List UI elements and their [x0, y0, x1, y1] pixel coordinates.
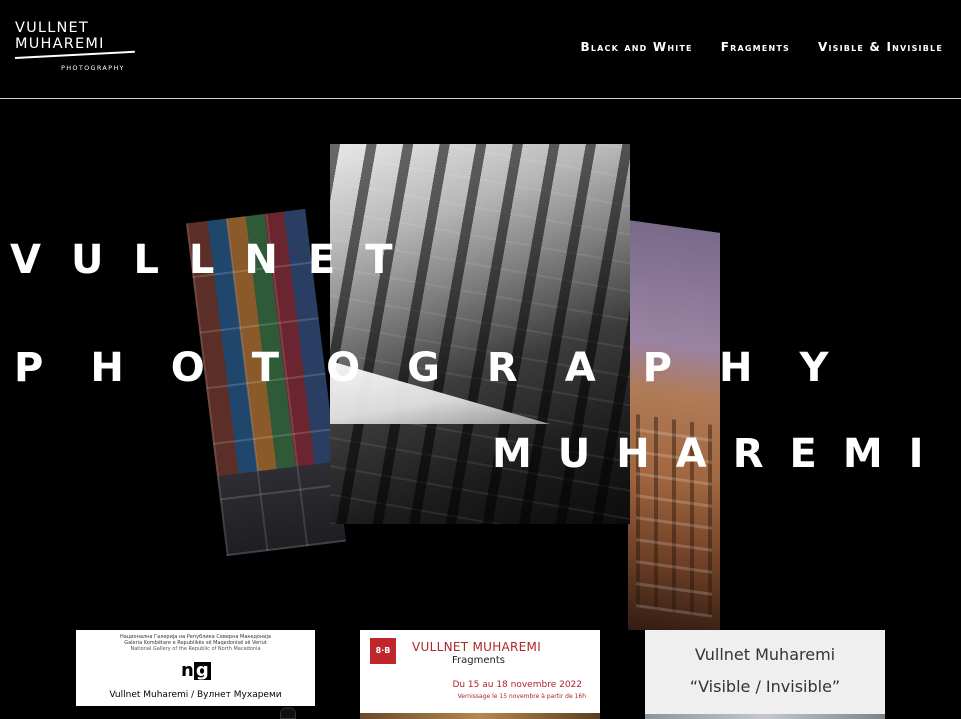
card-artist-name: VULLNET MUHAREMI: [412, 640, 542, 654]
main-nav: Black and White Fragments Visible & Invi…: [581, 40, 944, 54]
hero-title-last-name: MUHAREMI: [492, 431, 950, 477]
logo-line-2: MUHAREMI: [15, 36, 105, 52]
hero-banner: VULLNET PHOTOGRAPHY MUHAREMI: [0, 100, 961, 630]
nav-link-fragments[interactable]: Fragments: [721, 40, 790, 54]
exhibition-card-visible-invisible[interactable]: Vullnet Muharemi “Visible / Invisible”: [645, 630, 885, 719]
card-photo-strip: [645, 714, 885, 719]
site-logo[interactable]: VULLNET MUHAREMI PHOTOGRAPHY: [14, 20, 140, 76]
exhibition-card-national-gallery[interactable]: Национална Галерија на Република Северна…: [76, 630, 315, 719]
venue-logo: 8·B: [370, 638, 396, 664]
card-photo-strip: [360, 713, 600, 719]
card-exhibition-title: “Visible / Invisible”: [689, 677, 841, 696]
card-gallery-name-en: National Gallery of the Republic of Nort…: [130, 646, 261, 652]
exhibition-card-fragments[interactable]: 8·B VULLNET MUHAREMI Fragments Du 15 au …: [360, 630, 600, 719]
card-vernissage-info: Vernissage le 15 novembre à partir de 16…: [457, 693, 586, 700]
gallery-logo: ng: [181, 660, 213, 681]
logo-subtitle: PHOTOGRAPHY: [61, 64, 125, 72]
hero-title-photography: PHOTOGRAPHY: [14, 345, 876, 391]
site-header: VULLNET MUHAREMI PHOTOGRAPHY Black and W…: [0, 0, 961, 99]
hero-title-first-name: VULLNET: [10, 237, 423, 283]
card-artist-name: Vullnet Muharemi / Вулнет Мухареми: [109, 690, 282, 700]
gallery-logo-box: g: [193, 660, 211, 681]
nav-link-visible-invisible[interactable]: Visible & Invisible: [818, 40, 943, 54]
card-exhibition-dates: Du 15 au 18 novembre 2022: [452, 680, 582, 690]
card-artist-name: Vullnet Muharemi: [694, 645, 836, 664]
gallery-logo-letter: n: [181, 660, 194, 681]
card-photo-strip: [76, 706, 315, 719]
nav-link-black-and-white[interactable]: Black and White: [581, 40, 693, 54]
hero-photo-right: [628, 220, 720, 630]
logo-line-1: VULLNET: [15, 20, 89, 36]
card-exhibition-title: Fragments: [452, 655, 505, 666]
